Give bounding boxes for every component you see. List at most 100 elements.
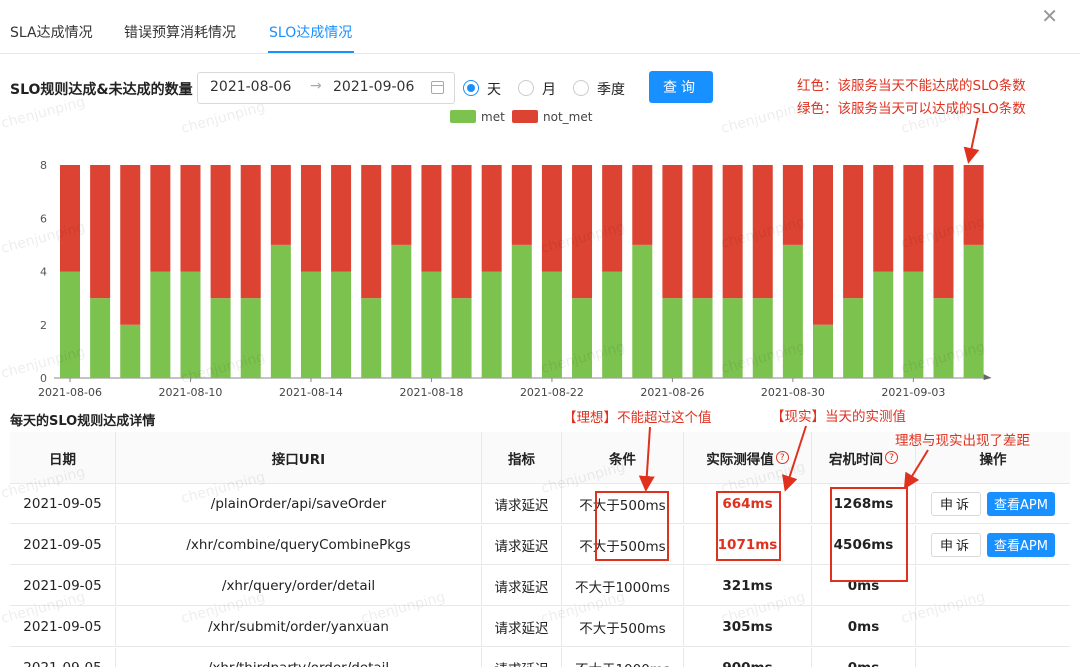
- view-apm-button[interactable]: 查看APM: [987, 491, 1055, 516]
- bar-not-met: [752, 165, 773, 299]
- bar-not-met: [632, 165, 653, 245]
- bar-met: [451, 298, 472, 378]
- y-tick-label: 4: [40, 266, 47, 279]
- bar-not-met: [90, 165, 111, 299]
- stacked-bar-chart: 0 2 4 6 8 2021-08-06 2021-08-10 2021-08-14 2021-…: [38, 159, 992, 399]
- radio-month-dot[interactable]: [518, 80, 534, 96]
- appeal-button[interactable]: 申诉: [931, 491, 982, 516]
- y-tick-label: 6: [40, 212, 47, 225]
- bar-met: [150, 271, 171, 378]
- bar-not-met: [150, 165, 171, 272]
- bar-met: [421, 271, 442, 378]
- bar-not-met: [662, 165, 683, 299]
- bar-met: [933, 298, 954, 378]
- date-range-picker[interactable]: 2021-08-06 → 2021-09-06: [197, 72, 455, 104]
- highlight-downtime: [830, 487, 908, 582]
- table-row: 2021-09-05/xhr/combine/queryCombinePkgs 请…: [10, 525, 1070, 565]
- tab-bar: SLA达成情况 错误预算消耗情况 SLO达成情况: [0, 0, 1080, 54]
- cell-date: 2021-09-05: [10, 484, 116, 523]
- bar-not-met: [511, 165, 532, 245]
- cell-uri: /xhr/combine/queryCombinePkgs: [116, 525, 482, 564]
- x-tick-label: 2021-08-22: [520, 386, 584, 399]
- x-axis-arrow: [983, 374, 992, 380]
- bar-met: [903, 271, 924, 378]
- radio-quarter-label: 季度: [597, 82, 625, 98]
- highlight-condition: [595, 491, 669, 561]
- bar-not-met: [843, 165, 864, 299]
- cell-date: 2021-09-05: [10, 525, 116, 564]
- cell-uri: /xhr/query/order/detail: [116, 566, 482, 605]
- y-tick-label: 8: [40, 159, 47, 172]
- bar-met: [90, 298, 111, 378]
- help-icon[interactable]: ?: [885, 451, 898, 464]
- annotation-green-legend: 绿色：该服务当天可以达成的SLO条数: [797, 101, 1026, 117]
- watermark-text: chenjunping: [0, 94, 87, 132]
- x-tick-label: 2021-09-03: [881, 386, 945, 399]
- cell-actions: [916, 566, 1070, 605]
- annotation-red-legend: 红色：该服务当天不能达成的SLO条数: [797, 78, 1026, 94]
- column-header-label: 宕机时间: [829, 451, 883, 468]
- bar-met: [481, 271, 502, 378]
- help-icon[interactable]: ?: [775, 451, 789, 464]
- legend-label-not-met: not_met: [543, 110, 593, 124]
- annotation-actual: 【现实】当天的实测值: [771, 409, 906, 425]
- tab-sla[interactable]: SLA达成情况: [10, 22, 93, 42]
- bar-met: [632, 244, 653, 378]
- cell-metric: 请求延迟: [482, 525, 562, 564]
- annotation-ideal: 【理想】不能超过这个值: [563, 410, 712, 426]
- bar-not-met: [572, 165, 593, 299]
- column-header-label: 指标: [508, 451, 535, 468]
- legend-label-met: met: [481, 110, 505, 124]
- start-date[interactable]: 2021-08-06: [210, 79, 291, 95]
- bar-met: [60, 271, 80, 378]
- cell-downtime: 0ms: [812, 607, 916, 646]
- bar-not-met: [421, 165, 442, 272]
- bar-met: [361, 298, 382, 378]
- bar-not-met: [240, 165, 261, 299]
- cell-downtime: 0ms: [812, 648, 916, 667]
- column-header: 接口URI: [116, 432, 482, 483]
- x-tick-label: 2021-08-26: [640, 386, 704, 399]
- bar-met: [391, 244, 412, 378]
- bar-met: [813, 324, 833, 378]
- bar-met: [331, 271, 352, 378]
- cell-actions: 申诉 查看APM: [916, 525, 1070, 564]
- bar-not-met: [60, 165, 80, 272]
- cell-actions: [916, 648, 1070, 667]
- column-header: 条件: [562, 432, 684, 483]
- radio-quarter-dot[interactable]: [573, 80, 589, 96]
- end-date[interactable]: 2021-09-06: [333, 79, 414, 95]
- bar-met: [752, 298, 773, 378]
- appeal-button[interactable]: 申诉: [931, 532, 982, 557]
- radio-day-dot[interactable]: [463, 80, 479, 96]
- tab-error-budget[interactable]: 错误预算消耗情况: [124, 22, 236, 42]
- x-tick-label: 2021-08-10: [159, 386, 223, 399]
- cell-metric: 请求延迟: [482, 566, 562, 605]
- bar-met: [572, 298, 593, 378]
- x-tick-label: 2021-08-06: [38, 386, 102, 399]
- column-header-label: 日期: [49, 451, 76, 468]
- bar-not-met: [963, 165, 984, 245]
- query-button[interactable]: 查询: [649, 71, 713, 103]
- view-apm-button[interactable]: 查看APM: [987, 532, 1055, 557]
- bar-not-met: [782, 165, 803, 245]
- cell-condition: 不大于1000ms: [562, 648, 684, 667]
- table-row: 2021-09-05/xhr/thirdparty/order/detail请求…: [10, 648, 1070, 667]
- cell-actions: [916, 607, 1070, 646]
- bar-not-met: [391, 165, 412, 245]
- bar-not-met: [722, 165, 743, 299]
- x-tick-label: 2021-08-30: [761, 386, 825, 399]
- cell-actual: 305ms: [684, 607, 812, 646]
- bar-not-met: [361, 165, 382, 299]
- calendar-icon[interactable]: [431, 81, 444, 94]
- bar-not-met: [541, 165, 562, 272]
- bar-not-met: [873, 165, 894, 272]
- bar-met: [300, 271, 321, 378]
- cell-uri: /xhr/thirdparty/order/detail: [116, 648, 482, 667]
- bar-not-met: [270, 165, 291, 245]
- bar-not-met: [180, 165, 201, 272]
- bar-not-met: [692, 165, 713, 299]
- tab-slo[interactable]: SLO达成情况: [269, 22, 352, 42]
- cell-metric: 请求延迟: [482, 607, 562, 646]
- bar-not-met: [331, 165, 352, 272]
